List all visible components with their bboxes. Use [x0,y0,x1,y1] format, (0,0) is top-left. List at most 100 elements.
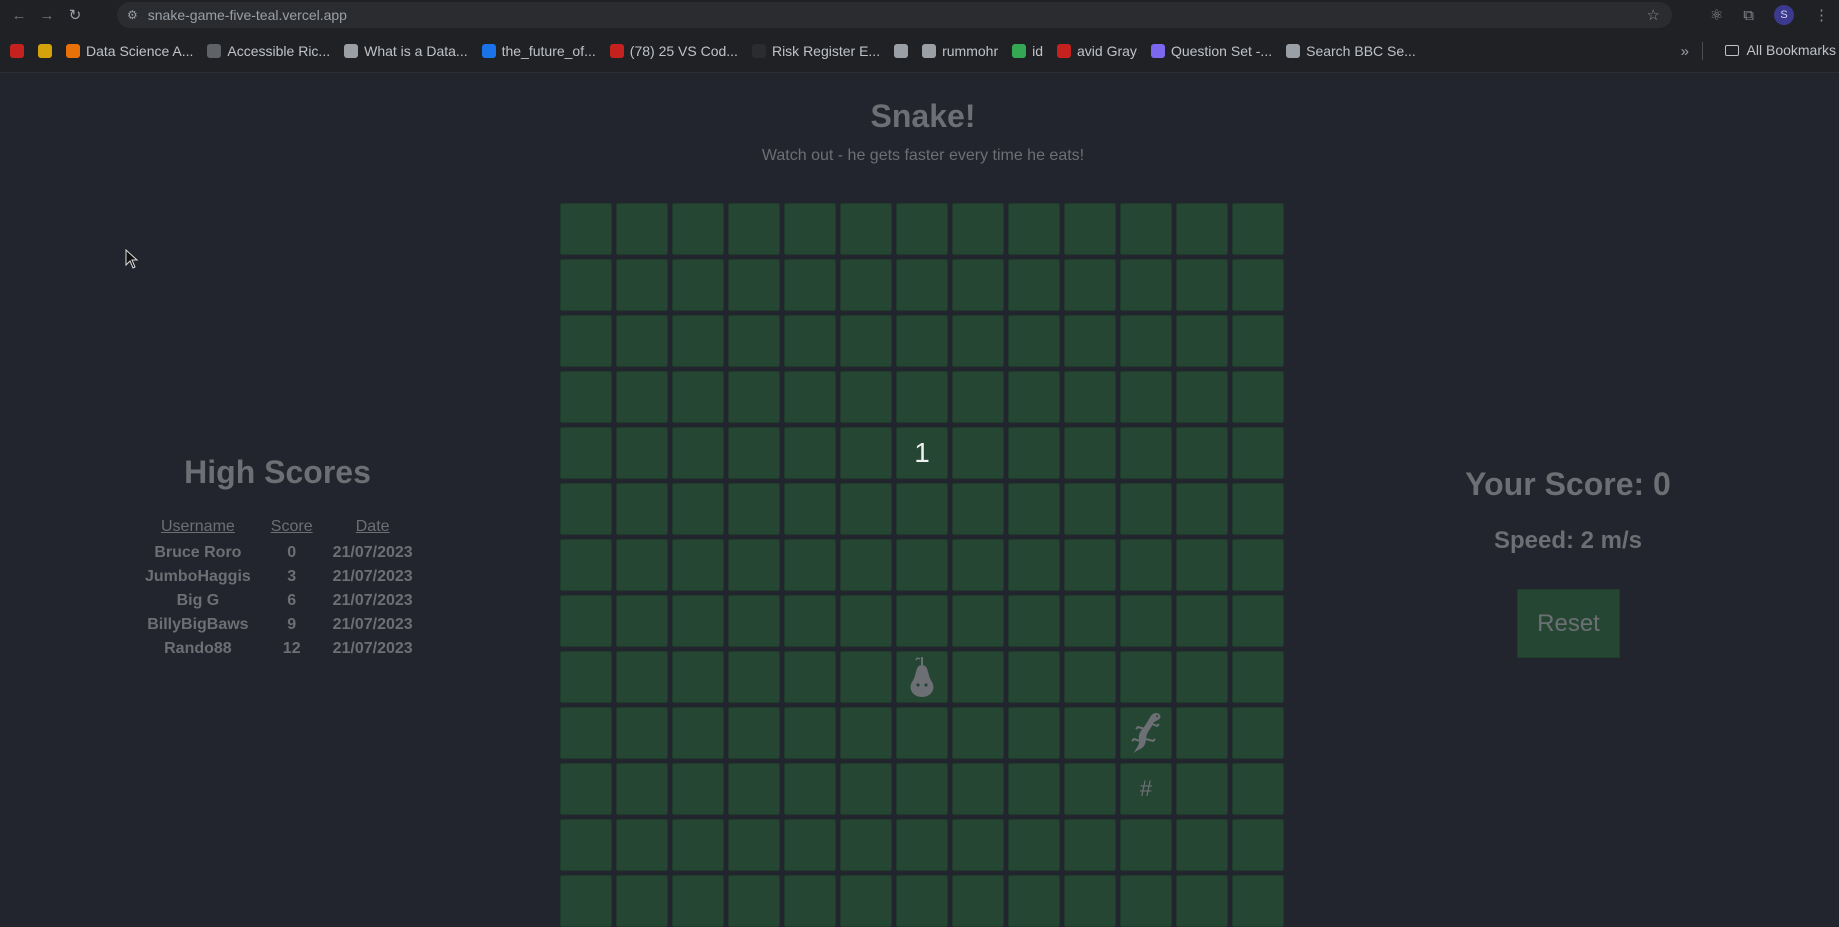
username-cell: Rando88 [164,640,232,657]
board-cell [1176,259,1228,311]
gmail-icon [10,44,24,58]
bookmark-item[interactable]: avid Gray [1057,43,1137,59]
react-devtools-icon[interactable]: ⚛ [1710,6,1723,24]
board-cell [1064,259,1116,311]
board-cell [616,651,668,703]
board-cell [1064,819,1116,871]
board-cell [1120,875,1172,927]
high-score-row: BillyBigBaws 9 21/07/2023 [135,614,423,638]
board-cell [728,371,780,423]
bookmark-item[interactable]: Search BBC Se... [1286,43,1416,59]
forward-icon[interactable]: → [33,1,61,29]
w-icon [207,44,222,58]
board-cell [896,483,948,535]
board-cell [1064,763,1116,815]
board-cell [1232,707,1284,759]
board-cell [728,707,780,759]
board-cell [1008,595,1060,647]
board-cell [840,763,892,815]
bookmark-item[interactable]: (78) 25 VS Cod... [609,43,738,59]
menu-dots-icon[interactable]: ⋮ [1814,6,1829,24]
globe-icon [344,44,359,58]
board-cell [1176,651,1228,703]
bookmark-item[interactable] [894,44,909,58]
site-info-icon[interactable]: ⚙ [127,8,138,22]
username-column-header: Username [160,518,235,535]
bookmark-label: id [1032,43,1044,59]
board-cell [1008,315,1060,367]
board-cell [952,427,1004,479]
bookmark-star-icon[interactable]: ☆ [1647,6,1660,24]
board-cell [1064,707,1116,759]
board-cell [1232,203,1284,255]
board-cell [1008,259,1060,311]
high-score-row: Bruce Roro 0 21/07/2023 [135,542,423,566]
board-cell [896,371,948,423]
bookmark-item[interactable] [10,44,24,58]
board-cell [1008,875,1060,927]
board-cell [840,203,892,255]
score-cell: 9 [287,616,297,633]
board-cell [1064,651,1116,703]
board-cell [1232,819,1284,871]
bookmark-label: rummohr [942,43,999,59]
board-cell [1008,483,1060,535]
bookmark-label: avid Gray [1077,43,1137,59]
high-score-row: JumboHaggis 3 21/07/2023 [135,566,423,590]
board-cell [1232,595,1284,647]
date-cell: 21/07/2023 [332,640,413,657]
countdown-number: 1 [914,437,930,468]
board-cell [896,595,948,647]
board-cell [672,651,724,703]
board-cell [1064,371,1116,423]
bookmark-item[interactable]: rummohr [922,43,998,59]
board-cell [1176,483,1228,535]
board-cell [952,875,1004,927]
board-cell [1176,819,1228,871]
bookmark-item[interactable]: id [1012,43,1043,59]
board-cell [784,371,836,423]
bookmark-item[interactable]: Accessible Ric... [207,43,330,59]
date-cell: 21/07/2023 [332,568,413,585]
board-cell [840,595,892,647]
bookmark-item[interactable]: What is a Data... [344,43,468,59]
reset-button[interactable]: Reset [1517,589,1620,658]
url-text[interactable]: snake-game-five-teal.vercel.app [148,7,347,23]
board-cell [952,315,1004,367]
extensions-puzzle-icon[interactable]: ⧉ [1743,7,1754,24]
bookmark-label: Data Science A... [86,43,194,59]
board-cell [952,595,1004,647]
google-icon [1012,44,1027,58]
board-cell [728,595,780,647]
board-cell: # [1120,763,1172,815]
board-cell [1064,875,1116,927]
profile-avatar[interactable]: S [1774,5,1794,25]
board-cell [1008,707,1060,759]
reload-icon[interactable]: ↻ [61,1,89,29]
board-cell [896,763,948,815]
globe-icon [894,44,909,58]
address-bar[interactable]: ⚙ snake-game-five-teal.vercel.app ☆ [117,2,1672,28]
extension-area: ⚛ ⧉ S ⋮ [1710,5,1829,25]
board-cell [1064,595,1116,647]
board-cell [1120,651,1172,703]
all-bookmarks-button[interactable]: All Bookmarks [1724,42,1836,58]
board-cell [1232,315,1284,367]
board-cell [1008,651,1060,703]
globe-icon [38,44,52,58]
board-cell [616,427,668,479]
board-cell [672,763,724,815]
bookmark-item[interactable]: Data Science A... [66,43,193,59]
board-cell [616,539,668,591]
doc-icon [481,44,496,58]
back-icon[interactable]: ← [5,1,33,29]
board-cell [672,875,724,927]
bookmark-item[interactable]: Risk Register E... [751,43,880,59]
lizard-icon [1126,709,1166,757]
bookmark-item[interactable]: Question Set -... [1150,43,1272,59]
more-bookmarks-icon[interactable]: » [1681,43,1689,60]
board-cell [728,483,780,535]
board-cell [952,259,1004,311]
bookmark-item[interactable] [38,44,52,58]
bookmark-item[interactable]: the_future_of... [481,43,596,59]
